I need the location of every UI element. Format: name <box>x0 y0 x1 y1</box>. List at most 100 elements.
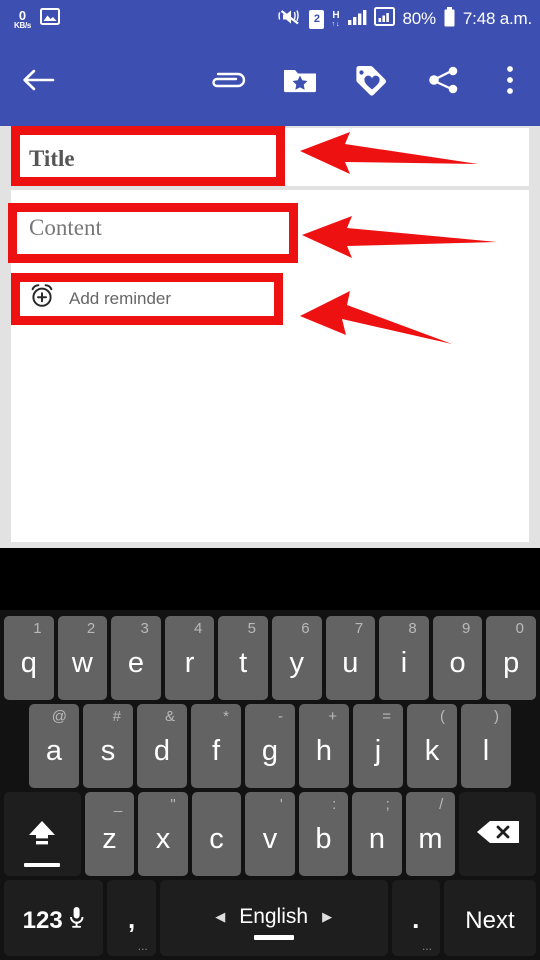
key-h[interactable]: + h <box>299 704 349 788</box>
shift-key[interactable] <box>4 792 81 876</box>
key-l-alt: ) <box>494 708 499 725</box>
key-i-label: i <box>400 646 408 679</box>
key-s-label: s <box>100 734 116 767</box>
network-speed-value: 0 <box>18 7 27 23</box>
status-bar: 0 KB/s 2 H ↑↓ 80% 7:48 a.m. <box>0 0 540 38</box>
key-n[interactable]: ; n <box>352 792 402 876</box>
key-v[interactable]: ' v <box>245 792 295 876</box>
key-t-alt: 5 <box>247 620 256 637</box>
key-z-label: z <box>102 822 117 855</box>
key-x-alt: " <box>170 796 176 813</box>
key-y-label: y <box>289 646 305 679</box>
key-f-label: f <box>211 734 221 767</box>
key-k[interactable]: (k <box>407 704 457 788</box>
suggestion-strip[interactable] <box>0 548 540 610</box>
status-bar-right: 2 H ↑↓ 80% 7:48 a.m. <box>278 6 532 32</box>
enter-next-key[interactable]: Next <box>443 880 537 956</box>
key-b[interactable]: :b <box>298 792 349 876</box>
backspace-key[interactable] <box>459 792 536 876</box>
key-w[interactable]: 2w <box>57 616 108 700</box>
key-r[interactable]: 4r <box>164 616 215 700</box>
on-screen-keyboard: 1q 2w 3e 4r 5t 6y 7u 8i 9o 0p @ a # s & d *… <box>0 610 540 960</box>
key-d[interactable]: & d <box>137 704 187 788</box>
network-speed-unit: KB/s <box>14 20 32 30</box>
key-j-alt: = <box>382 708 391 725</box>
key-t-label: t <box>239 646 248 679</box>
attach-button[interactable] <box>192 65 264 100</box>
key-v-alt: ' <box>279 796 283 813</box>
key-e-label: e <box>127 646 145 679</box>
key-q[interactable]: 1q <box>4 616 54 700</box>
key-c-label: c <box>209 822 224 855</box>
keyboard-language-label: English <box>239 904 309 928</box>
key-s[interactable]: # s <box>83 704 133 788</box>
key-e-alt: 3 <box>140 620 149 637</box>
overflow-menu-icon <box>506 65 514 100</box>
microphone-icon <box>68 905 85 938</box>
key-q-label: q <box>20 646 37 679</box>
share-button[interactable] <box>408 65 480 100</box>
key-m[interactable]: / m <box>405 792 456 876</box>
key-g-alt: - <box>278 708 283 725</box>
key-t[interactable]: 5t <box>218 616 268 700</box>
key-o-alt: 9 <box>462 620 471 637</box>
key-i-alt: 8 <box>408 620 417 637</box>
signal-bars-boxed-icon <box>374 7 396 31</box>
image-icon <box>40 8 61 30</box>
key-l[interactable]: ) l <box>461 704 511 788</box>
tag-button[interactable] <box>336 64 408 101</box>
key-v-label: v <box>262 822 278 855</box>
sim-card-number: 2 <box>313 13 321 25</box>
overflow-menu-button[interactable] <box>480 65 540 100</box>
key-y[interactable]: 6y <box>271 616 322 700</box>
key-x[interactable]: " x <box>138 792 188 876</box>
period-label: . <box>412 903 420 934</box>
key-j[interactable]: = j <box>353 704 403 788</box>
key-p[interactable]: 0p <box>486 616 536 700</box>
favorite-folder-button[interactable] <box>264 65 336 100</box>
key-u-label: u <box>342 646 359 679</box>
key-o-label: o <box>449 646 466 679</box>
key-d-label: d <box>153 734 171 767</box>
network-speed-indicator: 0 KB/s <box>14 9 31 30</box>
signal-bars-icon <box>347 8 367 31</box>
key-i[interactable]: 8i <box>379 616 429 700</box>
sim-card-icon: 2 <box>309 9 325 29</box>
space-key[interactable]: ◀ English ▶ <box>159 880 388 956</box>
key-r-alt: 4 <box>194 620 203 637</box>
key-g[interactable]: -g <box>245 704 295 788</box>
key-e[interactable]: 3e <box>111 616 161 700</box>
backspace-icon <box>475 817 521 852</box>
back-arrow-icon <box>21 67 55 98</box>
phone-screen: 0 KB/s 2 H ↑↓ 80% 7:48 a.m. Title Conten… <box>0 0 540 960</box>
key-z[interactable]: _ z <box>84 792 135 876</box>
clock-label: 7:48 a.m. <box>462 9 532 28</box>
folder-star-icon <box>282 65 318 100</box>
note-editor-area <box>0 126 540 548</box>
key-y-alt: 6 <box>301 620 310 637</box>
shift-arrow-icon <box>22 815 62 854</box>
comma-more-indicator: ... <box>137 939 148 953</box>
annotation-box-content <box>8 203 298 263</box>
network-type-arrows: ↑↓ <box>331 20 341 28</box>
key-c[interactable]: c <box>191 792 242 876</box>
numeric-mode-key[interactable]: 123 <box>4 880 104 956</box>
back-button[interactable] <box>0 67 76 98</box>
key-w-alt: 2 <box>86 620 96 637</box>
key-o[interactable]: 9o <box>432 616 483 700</box>
key-a[interactable]: @ a <box>29 704 79 788</box>
key-u[interactable]: 7u <box>325 616 376 700</box>
previous-language-icon[interactable]: ◀ <box>215 909 225 925</box>
comma-key[interactable]: , ... <box>107 880 156 956</box>
period-key[interactable]: . ... <box>391 880 440 956</box>
next-language-icon[interactable]: ▶ <box>322 909 332 925</box>
keyboard-row-1: 1q 2w 3e 4r 5t 6y 7u 8i 9o 0p <box>0 616 540 700</box>
key-a-label: a <box>45 734 63 767</box>
key-k-alt: ( <box>440 708 445 725</box>
key-f[interactable]: * f <box>191 704 241 788</box>
status-bar-left: 0 KB/s <box>14 8 61 30</box>
key-g-label: g <box>261 734 279 767</box>
keyboard-row-4: 123 , ... ◀ English ▶ . ... Next <box>0 880 540 956</box>
vibrate-mute-icon <box>278 7 302 32</box>
key-k-label: k <box>424 734 440 767</box>
